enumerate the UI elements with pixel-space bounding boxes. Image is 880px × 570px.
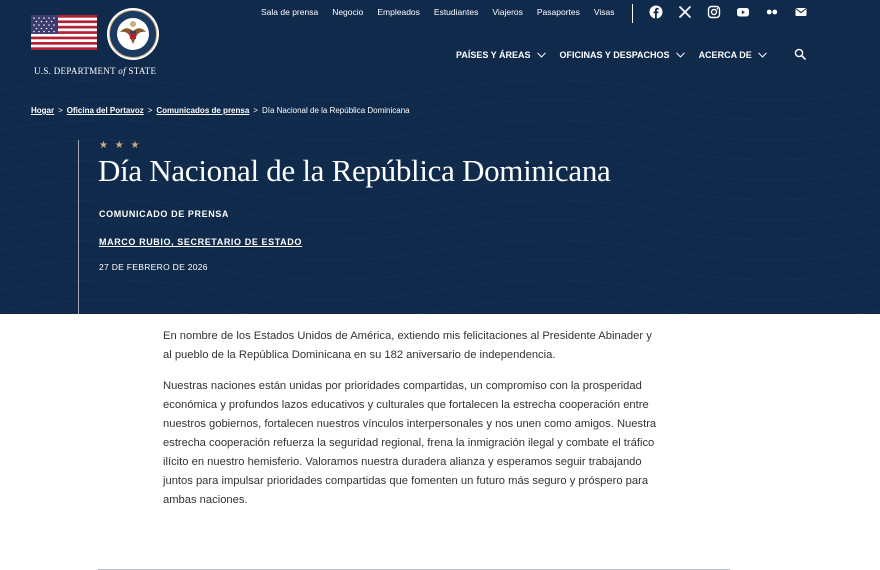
- topnav-viajeros[interactable]: Viajeros: [492, 7, 523, 17]
- breadcrumb: Hogar > Oficina del Portavoz > Comunicados d…: [31, 106, 410, 115]
- x-icon[interactable]: [678, 5, 692, 19]
- nav-oficinas-y-despachos[interactable]: OFICINAS Y DESPACHOS: [560, 50, 685, 60]
- nav-paises-y-areas[interactable]: PAÍSES Y ÁREAS: [456, 50, 546, 60]
- breadcrumb-separator: >: [253, 106, 258, 115]
- topnav-empleados[interactable]: Empleados: [377, 7, 420, 17]
- chevron-down-icon: [757, 52, 767, 58]
- department-name: U.S. DEPARTMENT of STATE: [34, 66, 157, 76]
- social-links: [649, 5, 823, 20]
- publish-date: 27 DE FEBRERO DE 2026: [99, 262, 208, 272]
- nav-divider: [632, 4, 633, 23]
- hero-divider-line: [78, 140, 79, 314]
- search-icon[interactable]: [794, 48, 807, 61]
- facebook-icon[interactable]: [649, 5, 663, 20]
- chevron-down-icon: [536, 52, 546, 58]
- stars-decoration: ★ ★ ★: [99, 140, 142, 151]
- us-flag-logo[interactable]: [31, 15, 97, 50]
- youtube-icon[interactable]: [736, 5, 750, 19]
- author-link[interactable]: MARCO RUBIO, SECRETARIO DE ESTADO: [99, 237, 302, 247]
- article-paragraph: En nombre de los Estados Unidos de Améri…: [163, 330, 652, 361]
- breadcrumb-separator: >: [147, 106, 153, 115]
- chevron-down-icon: [675, 52, 685, 58]
- topnav-pasaportes[interactable]: Pasaportes: [537, 7, 580, 17]
- page-header: U.S. DEPARTMENT of STATE Sala de prensa …: [0, 0, 880, 314]
- nav-label: PAÍSES Y ÁREAS: [456, 50, 531, 60]
- breadcrumb-current: Día Nacional de la República Dominicana: [261, 106, 410, 115]
- breadcrumb-hogar[interactable]: Hogar: [31, 106, 54, 115]
- breadcrumb-comunicados-de-prensa[interactable]: Comunicados de prensa: [156, 106, 249, 115]
- nav-label: ACERCA DE: [698, 50, 752, 60]
- topnav-sala-de-prensa[interactable]: Sala de prensa: [261, 7, 318, 17]
- article-paragraph: Nuestras naciones están unidas por prior…: [163, 380, 657, 506]
- article-body: En nombre de los Estados Unidos de Améri…: [163, 327, 663, 522]
- article-type: COMUNICADO DE PRENSA: [99, 209, 230, 219]
- topnav-negocio[interactable]: Negocio: [332, 7, 363, 17]
- department-seal-logo[interactable]: [106, 7, 160, 61]
- flickr-icon[interactable]: [765, 5, 779, 19]
- main-navigation: PAÍSES Y ÁREAS OFICINAS Y DESPACHOS ACER…: [456, 50, 781, 60]
- nav-acerca-de[interactable]: ACERCA DE: [699, 50, 767, 60]
- top-navigation: Sala de prensa Negocio Empleados Estudia…: [261, 7, 629, 17]
- topnav-visas[interactable]: Visas: [594, 7, 615, 17]
- email-icon[interactable]: [794, 5, 808, 19]
- nav-label: OFICINAS Y DESPACHOS: [559, 50, 670, 60]
- instagram-icon[interactable]: [707, 5, 721, 19]
- topnav-estudiantes[interactable]: Estudiantes: [434, 7, 478, 17]
- breadcrumb-oficina-del-portavoz[interactable]: Oficina del Portavoz: [67, 106, 144, 115]
- page-title: Día Nacional de la República Dominicana: [98, 153, 611, 188]
- breadcrumb-separator: >: [58, 106, 63, 115]
